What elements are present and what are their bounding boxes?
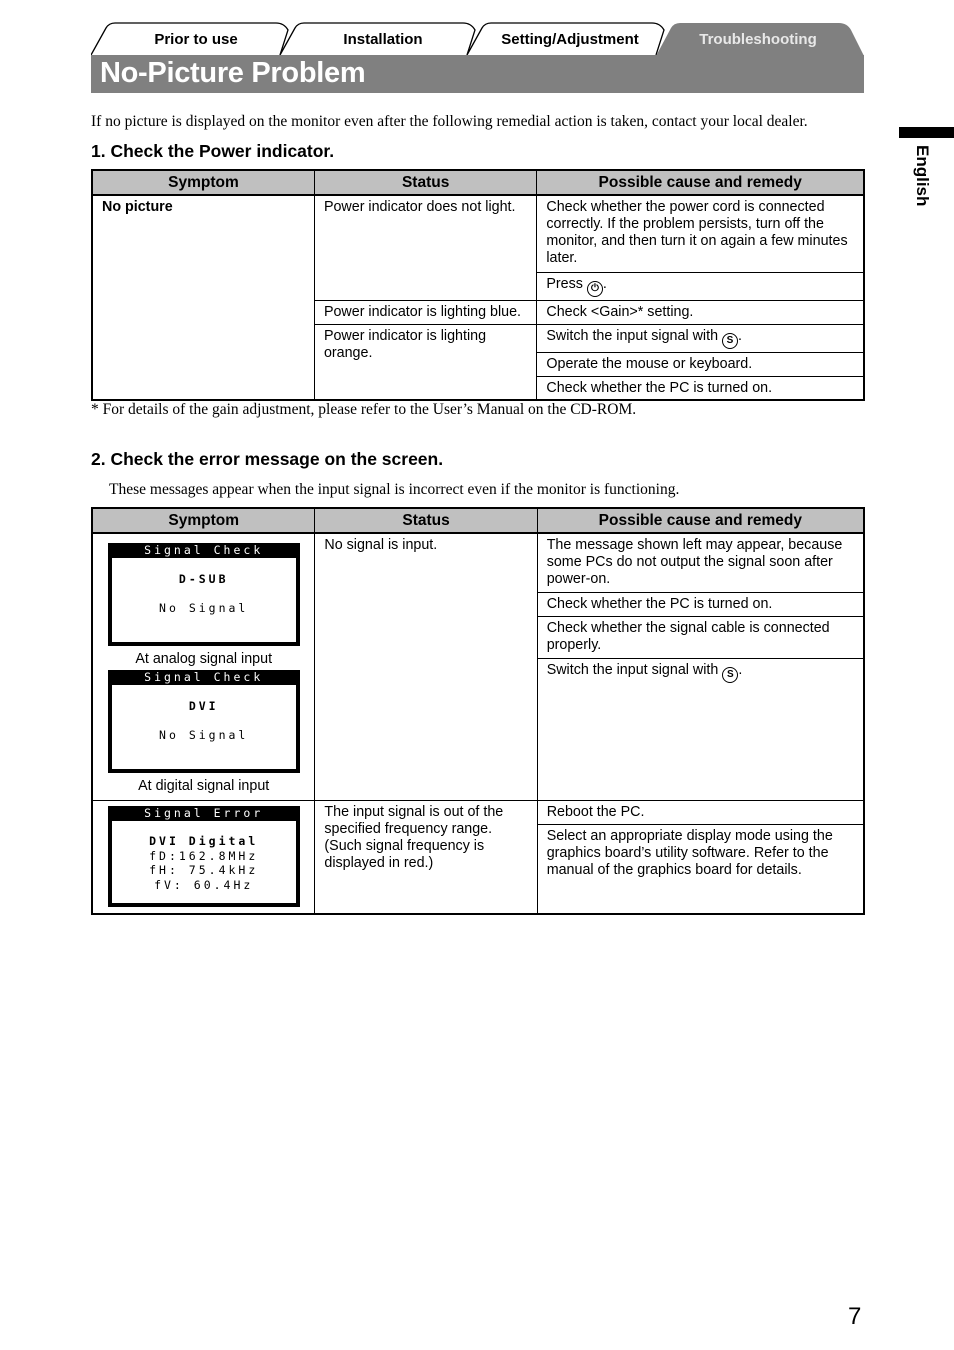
- title-bar: No-Picture Problem: [91, 55, 864, 93]
- remedy-period: .: [738, 661, 743, 678]
- osd-line: fV: 60.4Hz: [154, 877, 254, 892]
- remedy-cell: Check whether the PC is turned on.: [536, 375, 865, 401]
- status-cell: No signal is input.: [314, 532, 538, 801]
- osd-line: No Signal: [159, 600, 249, 615]
- tab-installation[interactable]: Installation: [298, 31, 468, 48]
- remedy-cell: Check <Gain>* setting.: [536, 299, 865, 325]
- osd-title: Signal Check: [111, 543, 296, 558]
- osd-line: D-SUB: [178, 572, 229, 586]
- osd-line: fH: 75.4kHz: [149, 863, 259, 877]
- header-symptom: Symptom: [91, 169, 315, 196]
- power-icon: ⏻: [586, 280, 603, 297]
- remedy-period: .: [738, 327, 742, 344]
- tab-troubleshooting[interactable]: Troubleshooting: [673, 31, 843, 48]
- osd-caption: At digital signal input: [138, 778, 270, 794]
- remedy-cell: Check whether the PC is turned on.: [536, 591, 865, 617]
- tab-prior-to-use[interactable]: Prior to use: [111, 31, 281, 48]
- remedy-cell: Switch the input signal with S.: [536, 323, 865, 353]
- osd-title: Signal Error: [111, 806, 296, 821]
- remedy-text: Switch the input signal with: [546, 327, 719, 344]
- remedy-text: Switch the input signal with: [546, 661, 719, 678]
- section1-heading: 1. Check the Power indicator.: [91, 141, 335, 161]
- header-status: Status: [313, 169, 538, 196]
- table-header-row: Symptom Status Possible cause and remedy: [91, 507, 865, 534]
- language-label: English: [906, 145, 936, 225]
- remedy-cell: Operate the mouse or keyboard.: [536, 351, 865, 377]
- error-message-table: Symptom Status Possible cause and remedy…: [91, 507, 865, 915]
- header-status: Status: [314, 507, 538, 534]
- section-tabs: Prior to use Installation Setting/Adjust…: [91, 22, 864, 56]
- symptom-cell: Signal Check D-SUB No Signal At analog s…: [91, 532, 316, 801]
- remedy-cell: Press ⏻.: [536, 271, 865, 301]
- s-button-icon: S: [722, 332, 739, 349]
- osd-signal-check-digital: Signal Check DVI No Signal: [107, 670, 300, 773]
- table-row: No picture Power indicator does not ligh…: [91, 194, 865, 401]
- intro-text: If no picture is displayed on the monito…: [91, 113, 808, 130]
- status-cell: The input signal is out of the specified…: [314, 800, 538, 915]
- osd-line: DVI Digital: [149, 834, 259, 848]
- status-cell: Power indicator is lighting blue.: [313, 299, 538, 325]
- header-remedy: Possible cause and remedy: [536, 169, 865, 196]
- remedy-cell: Check whether the signal cable is connec…: [536, 615, 865, 659]
- symptom-cell: No picture: [91, 194, 315, 401]
- tab-setting-adjustment[interactable]: Setting/Adjustment: [485, 31, 655, 48]
- status-cell: Power indicator does not light.: [313, 194, 538, 301]
- remedy-cell: Check whether the power cord is connecte…: [536, 194, 865, 273]
- table-header-row: Symptom Status Possible cause and remedy: [91, 169, 865, 196]
- osd-title: Signal Check: [111, 670, 296, 685]
- status-cell: Power indicator is lighting orange.: [313, 323, 538, 401]
- remedy-text: Press: [546, 275, 583, 292]
- symptom-cell: Signal Error DVI Digital fD:162.8MHz fH:…: [91, 800, 316, 915]
- section2-heading: 2. Check the error message on the screen…: [91, 449, 444, 469]
- footnote: * For details of the gain adjustment, pl…: [91, 401, 637, 418]
- osd-line: fD:162.8MHz: [149, 848, 259, 863]
- language-label-text: English: [913, 145, 932, 207]
- osd-signal-error: Signal Error DVI Digital fD:162.8MHz fH:…: [107, 806, 300, 907]
- remedy-period: .: [602, 275, 607, 292]
- osd-line: DVI: [188, 699, 219, 713]
- osd-signal-check-analog: Signal Check D-SUB No Signal: [107, 543, 300, 646]
- table-row: Signal Check D-SUB No Signal At analog s…: [91, 532, 865, 801]
- section2-intro: These messages appear when the input sig…: [109, 481, 680, 498]
- page-number: 7: [848, 1303, 862, 1330]
- remedy-cell: Reboot the PC.: [536, 800, 865, 825]
- osd-caption: At analog signal input: [135, 651, 273, 667]
- s-button-icon: S: [722, 666, 739, 683]
- remedy-cell: Select an appropriate display mode using…: [536, 824, 865, 915]
- remedy-cell: Switch the input signal with S.: [536, 657, 865, 801]
- osd-line: No Signal: [159, 727, 249, 742]
- language-marker: [899, 127, 954, 138]
- page-title: No-Picture Problem: [100, 57, 366, 89]
- power-indicator-table: Symptom Status Possible cause and remedy…: [91, 169, 865, 401]
- remedy-cell: The message shown left may appear, becau…: [536, 532, 865, 593]
- header-symptom: Symptom: [91, 507, 316, 534]
- header-remedy: Possible cause and remedy: [536, 507, 865, 534]
- table-row: Signal Error DVI Digital fD:162.8MHz fH:…: [91, 800, 865, 915]
